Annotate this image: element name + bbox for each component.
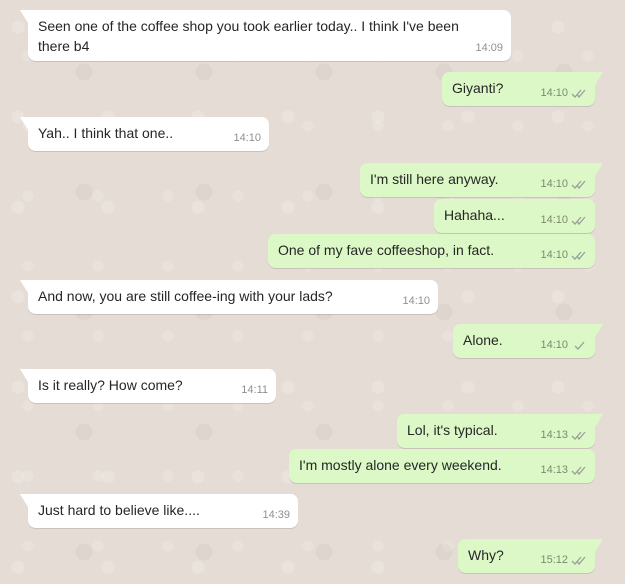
message-incoming[interactable]: Is it really? How come? 14:11: [20, 369, 276, 403]
message-time: 14:10: [540, 214, 568, 226]
message-time: 14:09: [475, 42, 503, 54]
message-time: 14:10: [540, 249, 568, 261]
message-time: 14:10: [540, 339, 568, 351]
message-incoming[interactable]: And now, you are still coffee-ing with y…: [20, 280, 438, 314]
message-meta: 15:12: [540, 553, 587, 568]
double-check-icon: [571, 215, 587, 226]
single-check-icon: [571, 340, 587, 351]
message-text: Seen one of the coffee shop you took ear…: [38, 18, 459, 54]
message-outgoing[interactable]: I'm still here anyway. 14:10: [360, 163, 603, 197]
message-text: And now, you are still coffee-ing with y…: [38, 288, 333, 304]
message-text: Yah.. I think that one..: [38, 125, 174, 141]
message-text: I'm still here anyway.: [370, 171, 499, 187]
message-text: One of my fave coffeeshop, in fact.: [278, 242, 495, 258]
double-check-icon: [571, 250, 587, 261]
message-outgoing[interactable]: Hahaha... 14:10: [434, 199, 595, 233]
message-incoming[interactable]: Seen one of the coffee shop you took ear…: [20, 10, 511, 61]
message-outgoing[interactable]: Why? 15:12: [458, 539, 603, 573]
message-meta: 14:10: [233, 131, 261, 146]
double-check-icon: [571, 465, 587, 476]
message-time: 14:11: [241, 384, 268, 396]
message-outgoing[interactable]: Alone. 14:10: [453, 324, 603, 358]
message-text: Just hard to believe like....: [38, 502, 200, 518]
message-text: Giyanti?: [452, 80, 504, 96]
message-outgoing[interactable]: Giyanti? 14:10: [442, 72, 603, 106]
double-check-icon: [571, 179, 587, 190]
message-time: 14:39: [262, 509, 290, 521]
message-meta: 14:13: [540, 428, 587, 443]
message-time: 15:12: [540, 554, 568, 566]
message-time: 14:10: [540, 178, 568, 190]
message-outgoing[interactable]: One of my fave coffeeshop, in fact. 14:1…: [268, 234, 595, 268]
message-text: Hahaha...: [444, 207, 505, 223]
message-meta: 14:10: [540, 248, 587, 263]
message-text: Alone.: [463, 332, 503, 348]
message-outgoing[interactable]: Lol, it's typical. 14:13: [397, 414, 603, 448]
message-text: Why?: [468, 547, 504, 563]
message-time: 14:10: [233, 132, 261, 144]
message-incoming[interactable]: Just hard to believe like.... 14:39: [20, 494, 298, 528]
message-time: 14:13: [540, 429, 568, 441]
message-meta: 14:11: [241, 383, 268, 398]
message-meta: 14:10: [540, 213, 587, 228]
message-text: Is it really? How come?: [38, 377, 183, 393]
double-check-icon: [571, 555, 587, 566]
double-check-icon: [571, 88, 587, 99]
message-meta: 14:10: [402, 294, 430, 309]
message-time: 14:10: [540, 87, 568, 99]
message-time: 14:10: [402, 295, 430, 307]
message-text: I'm mostly alone every weekend.: [299, 457, 502, 473]
message-meta: 14:10: [540, 86, 587, 101]
double-check-icon: [571, 430, 587, 441]
message-meta: 14:39: [262, 508, 290, 523]
message-meta: 14:10: [540, 338, 587, 353]
message-incoming[interactable]: Yah.. I think that one.. 14:10: [20, 117, 269, 151]
message-meta: 14:09: [475, 41, 503, 56]
message-time: 14:13: [540, 464, 568, 476]
message-outgoing[interactable]: I'm mostly alone every weekend. 14:13: [289, 449, 595, 483]
message-meta: 14:10: [540, 177, 587, 192]
conversation-panel: Seen one of the coffee shop you took ear…: [0, 0, 625, 584]
message-text: Lol, it's typical.: [407, 422, 498, 438]
message-meta: 14:13: [540, 463, 587, 478]
